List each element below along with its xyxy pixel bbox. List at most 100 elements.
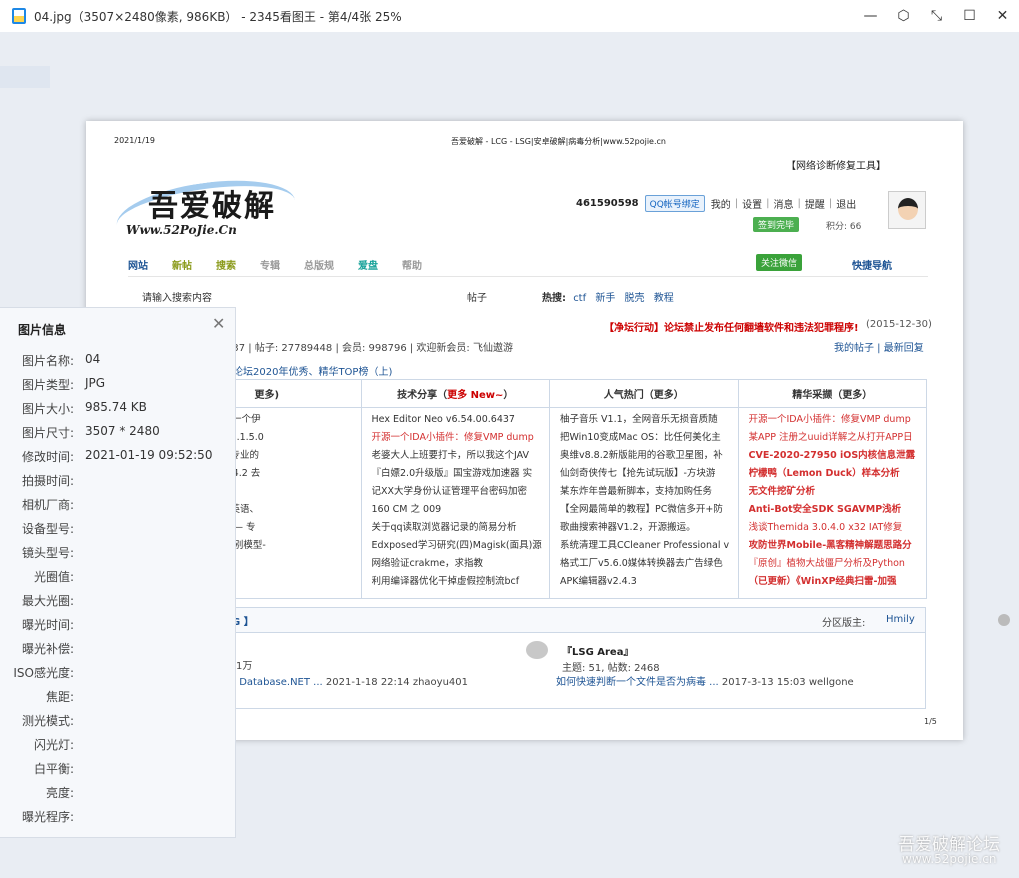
- info-row: 图片大小: 985.74 KB: [0, 400, 236, 420]
- close-button[interactable]: ✕: [986, 0, 1019, 32]
- moderator-name: Hmily: [886, 614, 915, 625]
- info-row: 最大光圈:: [0, 592, 236, 612]
- notice: 【净坛行动】论坛禁止发布任何翻墙软件和违法犯罪程序!: [604, 323, 859, 334]
- nav-item: 帮助: [402, 261, 422, 272]
- close-icon[interactable]: ✕: [212, 314, 225, 333]
- info-row: 曝光时间:: [0, 616, 236, 636]
- collapse-icon: [998, 614, 1010, 626]
- nav-item: 网站: [128, 261, 148, 272]
- hot-label: 热搜:: [542, 293, 566, 304]
- info-label: 测光模式:: [21, 714, 74, 728]
- thread-link: 系统清理工具CCleaner Professional v: [560, 540, 730, 551]
- diag-link: 【网络诊断修复工具】: [786, 161, 886, 172]
- info-row: 闪光灯:: [0, 736, 236, 756]
- info-label: 设备型号:: [21, 522, 74, 536]
- thread-link: Hex Editor Neo v6.54.00.6437: [371, 414, 515, 425]
- info-row: 测光模式:: [0, 712, 236, 732]
- wechat-button: 关注微信: [756, 254, 803, 271]
- thread-link: Anti-Bot安全SDK SGAVMP浅析: [748, 504, 902, 515]
- search-placeholder: 请输入搜索内容: [142, 293, 212, 304]
- thread-link: 『白嫖2.0升级版』国宝游戏加速器 实: [371, 468, 533, 479]
- info-row: 图片类型: JPG: [0, 376, 236, 396]
- window-controls: — ⬡ ⤡ ☐ ✕: [854, 0, 1019, 32]
- info-label: 最大光圈:: [21, 594, 74, 608]
- skin-button[interactable]: ⬡: [887, 0, 920, 32]
- thread-link: 老婆大人上班要打卡，所以我这个JAV: [371, 450, 530, 461]
- quick-nav: 快捷导航: [852, 261, 892, 272]
- thread-link: （已更新）《WinXP经典扫雷-加强: [748, 576, 897, 587]
- user-bar: 461590598 QQ帐号绑定 我的 | 设置 | 消息 | 提醒 | 退出: [576, 195, 856, 212]
- window-title: 04.jpg（3507×2480像素, 986KB） - 2345看图王 - 第…: [34, 9, 402, 24]
- qq-bind-button: QQ帐号绑定: [644, 195, 705, 212]
- post-count: 1万: [236, 661, 253, 672]
- thread-column: 技术分享（ 更多 New~） Hex Editor Neo v6.54.00.643…: [361, 380, 550, 598]
- moderator-label: 分区版主:: [822, 618, 866, 629]
- info-panel-title: 图片信息: [18, 323, 67, 337]
- thread-link: APK编辑器v2.4.3: [560, 576, 637, 587]
- doc-date: 2021/1/19: [114, 136, 156, 145]
- last-post-left: ： Database.NET ... 2021-1-18 22:14 zhaoy…: [226, 677, 468, 688]
- info-row: 拍摄时间:: [0, 472, 236, 492]
- thread-link: 柚子音乐 V1.1，全网音乐无损音质随: [560, 414, 718, 425]
- info-label: ISO感光度:: [13, 666, 74, 680]
- thread-link: 记XX大学身份认证管理平台密码加密: [371, 486, 528, 497]
- thread-link: 某APP 注册之uuid详解之从打开APP日: [748, 432, 913, 443]
- settings-link: 设置: [742, 200, 763, 211]
- side-strip: [0, 66, 50, 88]
- maximize-button[interactable]: ☐: [953, 0, 986, 32]
- avatar: [888, 191, 926, 229]
- info-label: 相机厂商:: [21, 498, 74, 512]
- info-value: 04: [85, 352, 101, 366]
- watermark-url: www.52pojie.cn: [902, 852, 997, 866]
- info-label: 白平衡:: [33, 762, 74, 776]
- thread-link: 开源一个IDA小插件：修复VMP dump: [371, 432, 534, 443]
- site-nav: 网站 新帖 搜索 专辑 总版规 爱盘 帮助: [128, 253, 928, 277]
- thread-link: 关于qq读取浏览器记录的简易分析: [371, 522, 517, 533]
- thread-link: 柠檬鸭（Lemon Duck）样本分析: [748, 468, 900, 479]
- thread-grid: 更多)EDEN】(另一个伊方客户端 V4.1.5.0磨皮，超越专业的电脑版 6.…: [172, 379, 927, 599]
- info-value: JPG: [85, 376, 106, 390]
- nav-item: 爱盘: [358, 261, 378, 272]
- nav-item: 新帖: [172, 261, 192, 272]
- signin-badge: 签到完毕: [753, 217, 800, 232]
- info-row: 图片名称: 04: [0, 352, 236, 372]
- hot-searches: 热搜: ctf 新手 脱壳 教程: [542, 289, 680, 304]
- nav-item: 总版规: [304, 261, 334, 272]
- lsg-section-body: 1万 ： Database.NET ... 2021-1-18 22:14 zh…: [226, 633, 926, 709]
- thread-link: 利用编译器优化干掉虚假控制流bcf: [371, 576, 520, 587]
- fullscreen-button[interactable]: ⤡: [920, 0, 953, 32]
- thread-link: Edxposed学习研究(四)Magisk(面具)源: [371, 540, 542, 551]
- image-info-panel: 图片信息 ✕ 图片名称: 04 图片类型: JPG 图片大小: 985.74 KB 图片尺寸…: [0, 307, 236, 838]
- my-link: 我的: [710, 200, 731, 211]
- messages-link: 消息: [773, 200, 794, 211]
- info-value: 985.74 KB: [85, 400, 147, 414]
- logout-link: 退出: [836, 200, 857, 211]
- thread-link: 奥维v8.8.2新版能用的谷歌卫星图，补: [560, 450, 723, 461]
- thread-link: 无文件挖矿分析: [748, 486, 816, 497]
- doc-header-title: 吾爱破解 - LCG - LSG|安卓破解|病毒分析|www.52pojie.c…: [451, 137, 666, 146]
- lsg-section-header: G 】 分区版主: Hmily: [226, 607, 1010, 633]
- thread-link: 『原创』植物大战僵尸分析及Python: [748, 558, 905, 569]
- info-row: 白平衡:: [0, 760, 236, 780]
- forum-stats: 437 | 帖子: 27789448 | 会员: 998796 | 欢迎新会员:…: [226, 343, 513, 354]
- minimize-button[interactable]: —: [854, 0, 887, 32]
- info-label: 亮度:: [45, 786, 74, 800]
- thread-link: 格式工厂v5.6.0媒体转换器去广告绿色: [560, 558, 723, 569]
- info-label: 图片类型:: [21, 378, 74, 392]
- hot-term: 脱壳: [624, 293, 645, 304]
- info-label: 图片大小:: [21, 402, 74, 416]
- thread-link: 仙剑奇侠传七【抢先试玩版】-方块游: [560, 468, 716, 479]
- info-row: 光圈值:: [0, 568, 236, 588]
- my-posts-links: 我的帖子 | 最新回复: [834, 343, 924, 354]
- info-row: 曝光补偿:: [0, 640, 236, 660]
- info-row: 亮度:: [0, 784, 236, 804]
- info-label: 图片尺寸:: [21, 426, 74, 440]
- thread-link: 歌曲搜索神器V1.2，开源搬运。: [560, 522, 696, 533]
- thread-link: 160 CM 之 009: [371, 504, 442, 515]
- thread-link: CVE-2020-27950 iOS内核信息泄露: [748, 450, 916, 461]
- info-row: 镜头型号:: [0, 544, 236, 564]
- info-label: 焦距:: [45, 690, 74, 704]
- thread-link: 开源一个IDA小插件：修复VMP dump: [748, 414, 911, 425]
- nav-item: 搜索: [216, 261, 236, 272]
- top-list-link: 论坛2020年优秀、精华TOP榜（上): [233, 367, 393, 378]
